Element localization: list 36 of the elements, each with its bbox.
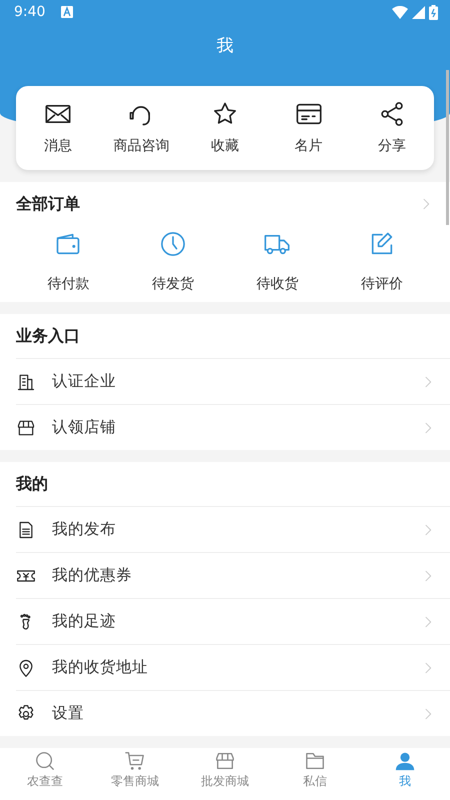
quick-action-link[interactable]: 收藏 [210, 136, 239, 156]
section-title: 业务入口 [16, 325, 80, 347]
scrollbar[interactable] [446, 70, 449, 225]
menu-item[interactable]: 我的收货地址 [52, 656, 404, 680]
section-title: 全部订单 [16, 193, 80, 215]
clock-icon [158, 230, 187, 258]
store-icon [214, 750, 236, 772]
order-status-button[interactable]: 待收货 [256, 266, 298, 302]
quick-action-link[interactable]: 分享 [378, 136, 406, 156]
quick-action-link[interactable]: 消息 [44, 136, 72, 156]
order-status-button[interactable]: 待付款 [47, 266, 90, 302]
quick-action-link[interactable]: 商品咨询 [113, 136, 170, 156]
menu-item[interactable]: 我的足迹 [52, 610, 404, 634]
menu-item[interactable]: 设置 [52, 702, 404, 726]
status-time: 9:40 [14, 2, 46, 22]
tab[interactable]: 私信 [270, 748, 360, 800]
menu-item[interactable]: 我的发布 [52, 518, 404, 542]
quick-action-link[interactable]: 名片 [294, 136, 323, 156]
order-status-button[interactable]: 待发货 [152, 266, 194, 302]
person-icon [394, 750, 416, 772]
section-title: 我的 [16, 473, 48, 495]
tab[interactable]: 批发商城 [180, 748, 270, 800]
notification-icon [61, 6, 74, 18]
tab[interactable]: 农查查 [0, 748, 90, 800]
wifi-icon [392, 6, 408, 18]
signal-icon [412, 6, 425, 18]
search-icon [34, 750, 56, 772]
menu-item[interactable]: 认证企业 [52, 370, 404, 394]
tab[interactable]: 零售商城 [90, 748, 180, 800]
menu-item[interactable]: 认领店铺 [52, 416, 404, 440]
battery-icon [429, 4, 438, 20]
cart-icon [124, 750, 146, 772]
order-status-button[interactable]: 待评价 [360, 266, 403, 302]
menu-item[interactable]: 我的优惠券 [52, 564, 404, 588]
folder-icon [304, 750, 326, 772]
page-title: 我 [216, 35, 234, 58]
